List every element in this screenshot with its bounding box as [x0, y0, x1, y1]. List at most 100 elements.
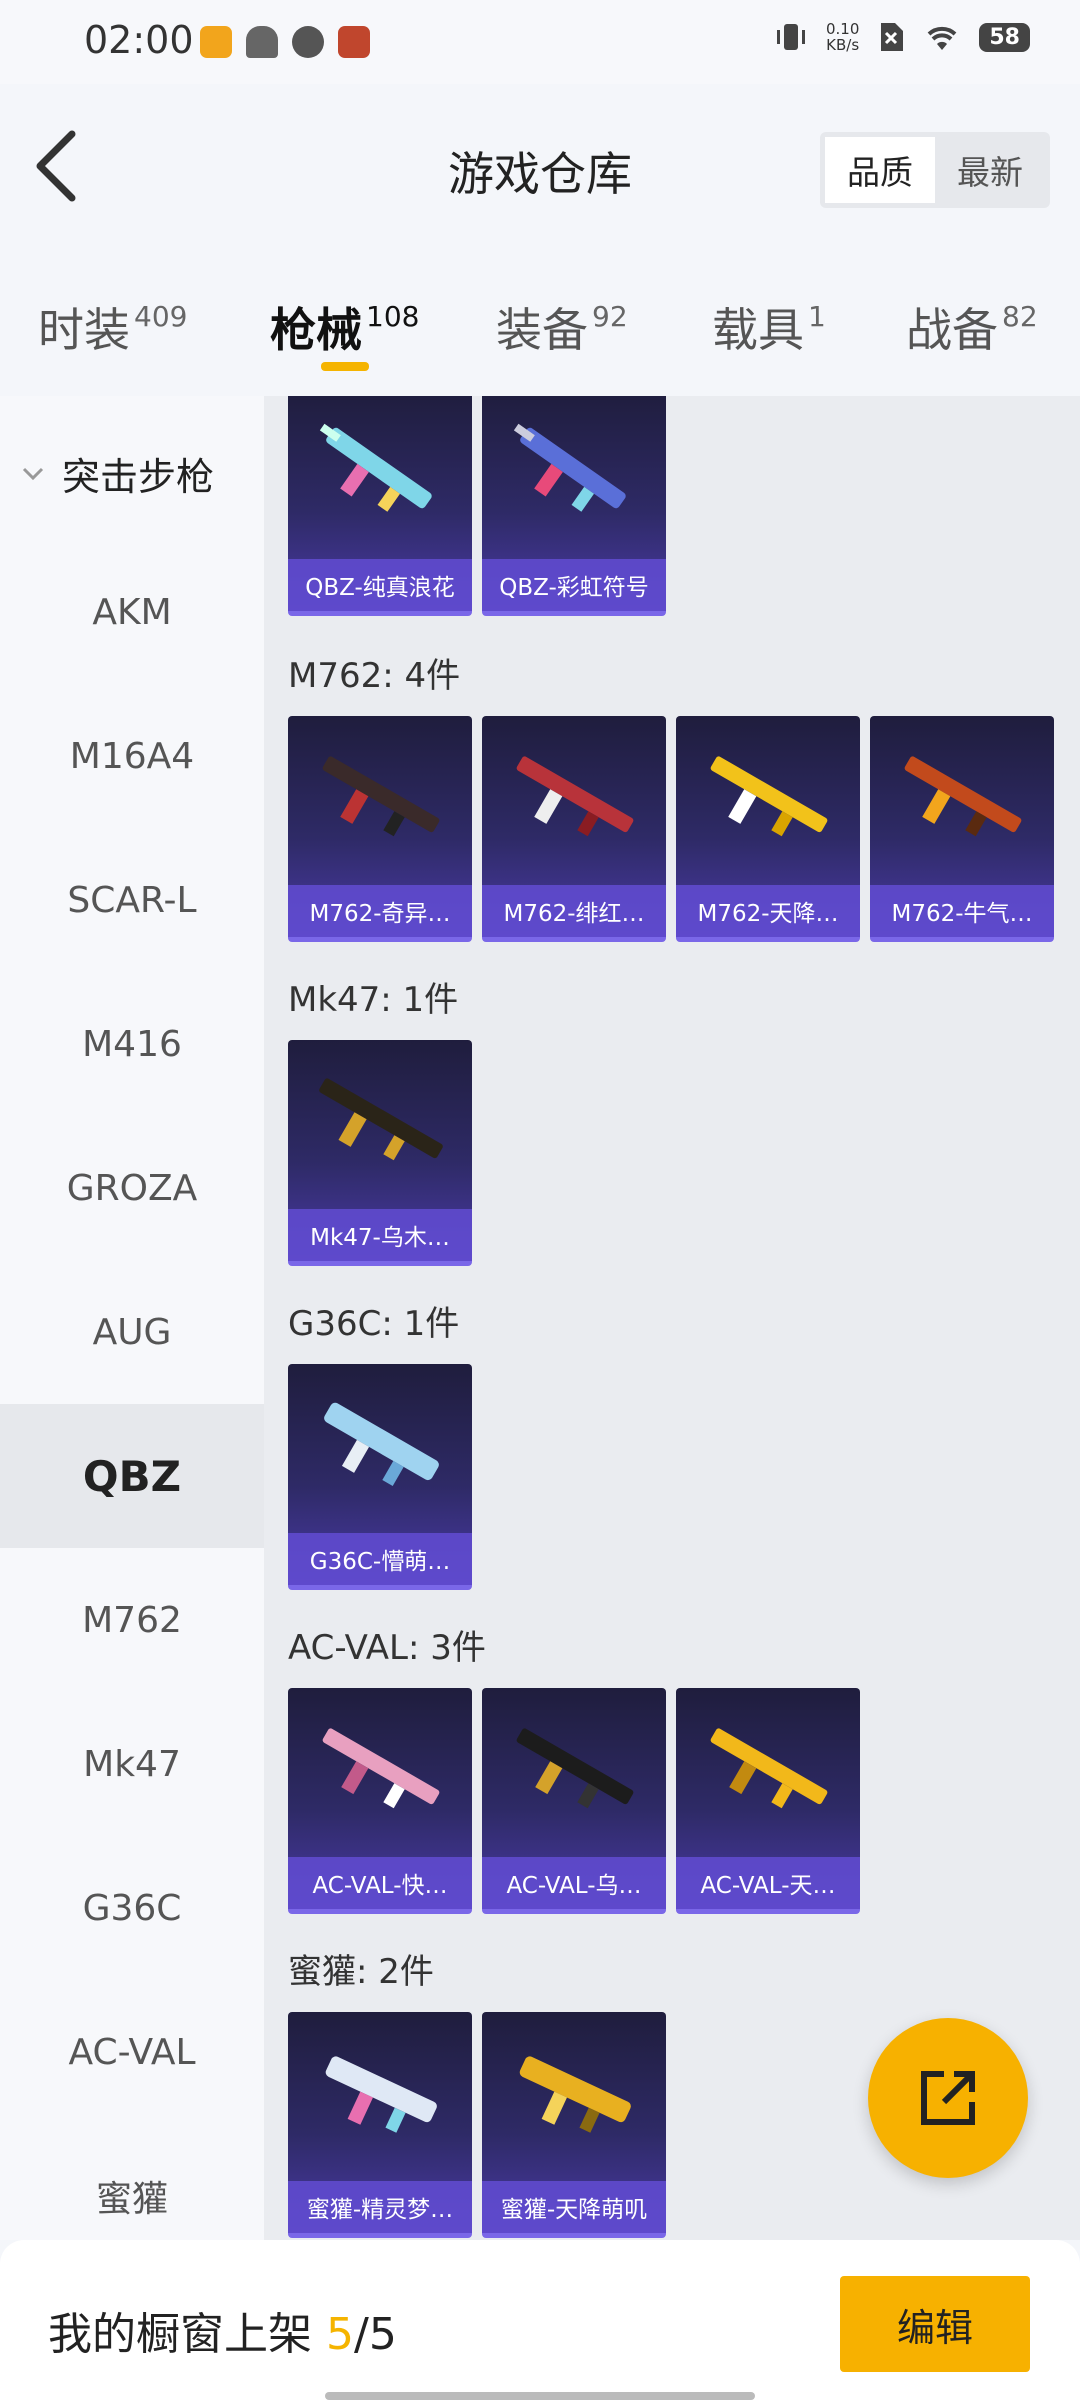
sidebar-item-groza[interactable]: GROZA — [0, 1116, 264, 1260]
sidebar-item-qbz[interactable]: QBZ — [0, 1404, 264, 1548]
showcase-count-total: 5 — [368, 2309, 397, 2360]
tab-guns[interactable]: 枪械 108 — [270, 294, 419, 360]
category-tabs: 时装 409 枪械 108 装备 92 载具 1 战备 82 — [0, 254, 1080, 394]
status-time: 02:00 — [84, 18, 194, 62]
tab-supplies[interactable]: 战备 82 — [906, 294, 1038, 360]
speed-unit: KB/s — [826, 36, 860, 54]
skin-card[interactable]: M762-牛气… — [870, 716, 1054, 942]
sidebar-group-label: 突击步枪 — [62, 455, 215, 499]
battery-indicator: 58 — [979, 22, 1030, 52]
weapon-skin-list: QBZ-纯真浪花 QBZ-彩虹符号 M762: 4件 M762-奇异… M762… — [264, 396, 1080, 2240]
tab-label: 战备 — [906, 303, 998, 357]
wifi-icon — [928, 26, 957, 50]
skin-card[interactable]: 蜜獾-天降萌叽 — [482, 2012, 666, 2238]
sidebar-item-m416[interactable]: M416 — [0, 972, 264, 1116]
sort-option-newest[interactable]: 最新 — [935, 137, 1045, 203]
weapon-sidebar: 突击步枪 AKM M16A4 SCAR-L M416 GROZA AUG QBZ… — [0, 396, 264, 2240]
skin-name: 蜜獾-天降萌叽 — [482, 2181, 666, 2233]
tab-label: 时装 — [38, 303, 130, 357]
tab-count: 1 — [808, 300, 826, 333]
edit-button[interactable]: 编辑 — [840, 2276, 1030, 2372]
rifle-image — [322, 756, 440, 837]
rifle-image — [513, 423, 626, 512]
showcase-count-sep: / — [354, 2309, 369, 2360]
section-title: 蜜獾: 2件 — [288, 1952, 434, 1992]
rifle-image — [904, 756, 1022, 837]
skin-name: M762-天降… — [676, 885, 860, 937]
tab-outfits[interactable]: 时装 409 — [38, 294, 187, 360]
game-app-icon — [200, 26, 232, 58]
header: 游戏仓库 品质 最新 — [0, 84, 1080, 254]
notification-icons — [200, 26, 370, 58]
rifle-image — [324, 1402, 439, 1486]
sidebar-item-ac-val[interactable]: AC-VAL — [0, 1980, 264, 2124]
rifle-image — [322, 1728, 440, 1809]
tab-equipment[interactable]: 装备 92 — [496, 294, 628, 360]
skin-card[interactable]: M762-绯红… — [482, 716, 666, 942]
skin-name: M762-牛气… — [870, 885, 1054, 937]
sync-app-icon — [292, 26, 324, 58]
rifle-image — [516, 1728, 634, 1809]
skin-card[interactable]: M762-天降… — [676, 716, 860, 942]
skin-card[interactable]: 蜜獾-精灵梦… — [288, 2012, 472, 2238]
vibrate-icon — [776, 24, 805, 50]
skin-card[interactable]: G36C-懵萌… — [288, 1364, 472, 1590]
sidebar-group-assault-rifles[interactable]: 突击步枪 — [20, 446, 214, 501]
tab-vehicles[interactable]: 载具 1 — [712, 294, 826, 360]
skin-name: 蜜獾-精灵梦… — [288, 2181, 472, 2233]
skin-card[interactable]: AC-VAL-天… — [676, 1688, 860, 1914]
sidebar-item-aug[interactable]: AUG — [0, 1260, 264, 1404]
skin-card[interactable]: Mk47-乌木… — [288, 1040, 472, 1266]
tab-label: 装备 — [496, 303, 588, 357]
sidebar-item-scar-l[interactable]: SCAR-L — [0, 828, 264, 972]
sidebar-item-m16a4[interactable]: M16A4 — [0, 684, 264, 828]
skin-card[interactable]: M762-奇异… — [288, 716, 472, 942]
showcase-text: 我的橱窗上架 — [48, 2309, 312, 2360]
rifle-image — [519, 2056, 631, 2133]
rifle-image — [710, 1728, 828, 1809]
skin-card[interactable]: AC-VAL-快… — [288, 1688, 472, 1914]
skin-card[interactable]: QBZ-彩虹符号 — [482, 396, 666, 616]
sidebar-item-mk47[interactable]: Mk47 — [0, 1692, 264, 1836]
tab-count: 409 — [134, 300, 188, 333]
status-bar: 02:00 0.10 KB/s 58 — [0, 0, 1080, 84]
home-indicator[interactable] — [325, 2392, 755, 2400]
tab-label: 载具 — [712, 303, 804, 357]
skin-name: Mk47-乌木… — [288, 1209, 472, 1261]
tab-label: 枪械 — [270, 303, 362, 357]
skin-card[interactable]: QBZ-纯真浪花 — [288, 396, 472, 616]
skin-name: AC-VAL-乌… — [482, 1857, 666, 1909]
skin-name: M762-绯红… — [482, 885, 666, 937]
rifle-image — [710, 756, 828, 837]
chevron-down-icon — [22, 467, 44, 480]
sidebar-item-g36c[interactable]: G36C — [0, 1836, 264, 1980]
section-title: M762: 4件 — [288, 656, 461, 696]
sidebar-item-m762[interactable]: M762 — [0, 1548, 264, 1692]
rifle-image — [516, 756, 634, 837]
tab-count: 82 — [1002, 300, 1038, 333]
skin-name: QBZ-彩虹符号 — [482, 559, 666, 611]
section-title: AC-VAL: 3件 — [288, 1628, 486, 1668]
rifle-image — [325, 2056, 437, 2133]
skin-name: QBZ-纯真浪花 — [288, 559, 472, 611]
skin-name: AC-VAL-天… — [676, 1857, 860, 1909]
skin-name: AC-VAL-快… — [288, 1857, 472, 1909]
network-speed: 0.10 KB/s — [826, 21, 859, 53]
skin-card[interactable]: AC-VAL-乌… — [482, 1688, 666, 1914]
showcase-count-current: 5 — [326, 2309, 354, 2360]
android-icon — [246, 26, 278, 58]
share-button[interactable] — [868, 2018, 1028, 2178]
section-title: Mk47: 1件 — [288, 980, 459, 1020]
sidebar-item-akm[interactable]: AKM — [0, 540, 264, 684]
rifle-image — [319, 423, 432, 512]
game-avatar-icon — [338, 26, 370, 58]
active-tab-indicator — [321, 362, 369, 371]
skin-name: G36C-懵萌… — [288, 1533, 472, 1585]
speed-value: 0.10 — [825, 20, 860, 38]
sort-option-quality[interactable]: 品质 — [825, 137, 935, 203]
showcase-label: 我的橱窗上架 5/5 — [48, 2298, 397, 2362]
tab-count: 92 — [592, 300, 628, 333]
sort-toggle: 品质 最新 — [820, 132, 1050, 208]
showcase-footer: 我的橱窗上架 5/5 编辑 — [0, 2240, 1080, 2408]
skin-name: M762-奇异… — [288, 885, 472, 937]
